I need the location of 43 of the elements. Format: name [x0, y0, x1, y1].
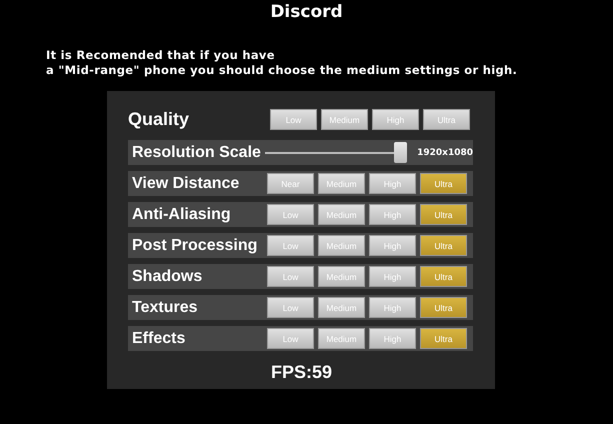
page-title: Discord [270, 1, 343, 24]
resolution-slider[interactable] [264, 142, 408, 163]
option-button[interactable]: Near [267, 173, 314, 194]
option-button[interactable]: High [369, 204, 416, 225]
option-button[interactable]: Ultra [420, 328, 467, 349]
setting-label: View Distance [132, 174, 240, 192]
notice-text: a "Mid-range" phone you should choose the medium settings or high. [46, 63, 518, 77]
option-button[interactable]: Low [270, 109, 317, 130]
setting-label: Post Processing [132, 236, 258, 254]
option-button[interactable]: Low [267, 266, 314, 287]
option-button[interactable]: High [369, 297, 416, 318]
setting-label: Anti-Aliasing [132, 206, 232, 224]
setting-label: Shadows [132, 268, 204, 286]
option-button[interactable]: Medium [321, 109, 368, 130]
option-button[interactable]: Medium [318, 266, 365, 287]
setting-label: Resolution Scale [132, 144, 261, 162]
notice-text: It is Recomended that if you have [46, 48, 275, 62]
option-button[interactable]: Low [267, 328, 314, 349]
setting-label: Effects [132, 330, 186, 348]
option-button[interactable]: Ultra [420, 266, 467, 287]
option-button[interactable]: High [369, 266, 416, 287]
option-button[interactable]: Low [267, 235, 314, 256]
option-button[interactable]: Ultra [420, 204, 467, 225]
option-button[interactable]: Low [267, 204, 314, 225]
fps-counter: FPS:59 [270, 362, 332, 383]
option-button[interactable]: Medium [318, 328, 365, 349]
option-button[interactable]: Ultra [420, 297, 467, 318]
option-button[interactable]: Ultra [423, 109, 470, 130]
option-button[interactable]: Medium [318, 297, 365, 318]
section-heading: Quality [128, 109, 190, 130]
option-button[interactable]: Medium [318, 235, 365, 256]
option-button[interactable]: High [369, 173, 416, 194]
option-button[interactable]: Ultra [420, 235, 467, 256]
option-button[interactable]: Medium [318, 204, 365, 225]
option-button[interactable]: High [369, 235, 416, 256]
slider-thumb[interactable] [394, 142, 408, 163]
setting-label: Textures [132, 298, 199, 316]
option-button[interactable]: High [369, 328, 416, 349]
option-button[interactable]: High [372, 109, 419, 130]
option-button[interactable]: Low [267, 297, 314, 318]
option-button[interactable]: Ultra [420, 173, 467, 194]
slider-reading: 1920x1080 [417, 148, 473, 158]
option-button[interactable]: Medium [318, 173, 365, 194]
